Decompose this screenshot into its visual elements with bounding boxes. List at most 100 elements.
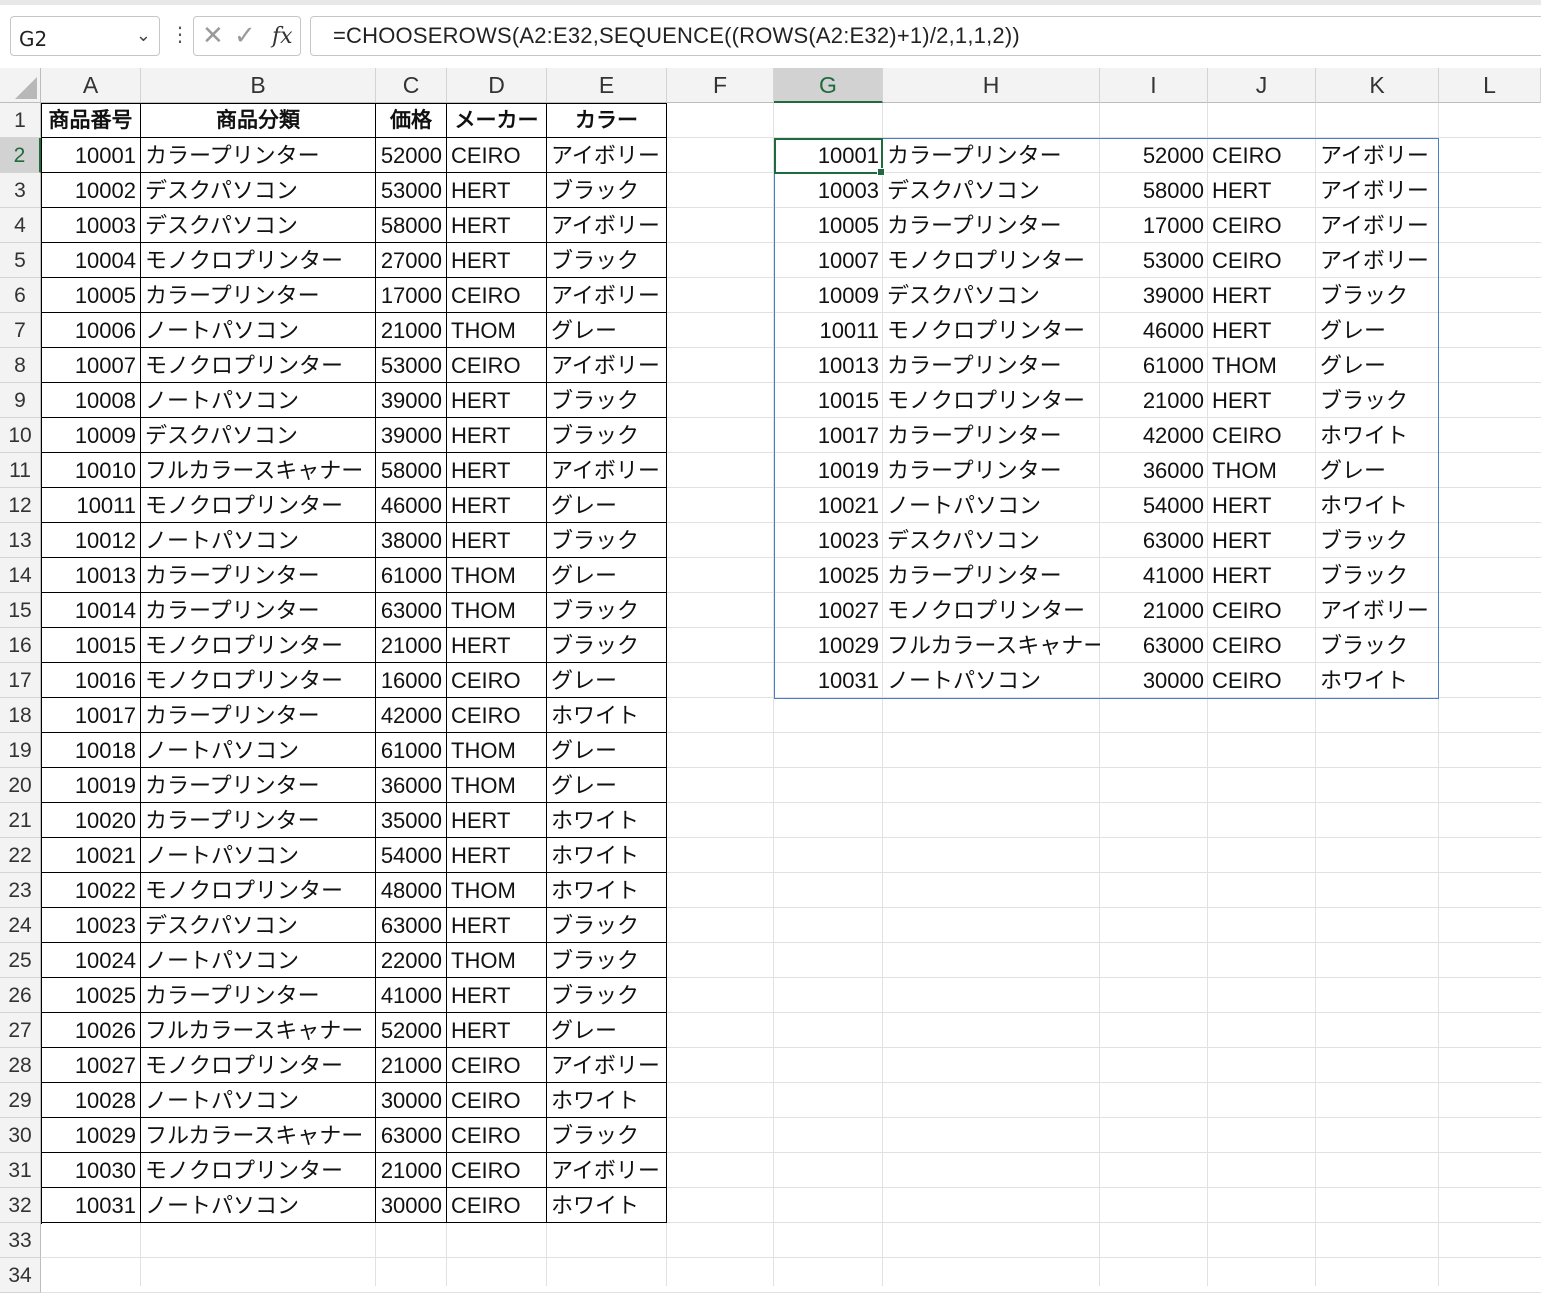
spill-result-cell[interactable]: モノクロプリンター bbox=[883, 593, 1100, 628]
row-header-2[interactable]: 2 bbox=[0, 138, 41, 173]
source-table-cell[interactable]: グレー bbox=[547, 663, 667, 698]
spill-result-cell[interactable]: THOM bbox=[1208, 453, 1316, 488]
row-header-21[interactable]: 21 bbox=[0, 803, 41, 838]
source-table-cell[interactable]: デスクパソコン bbox=[141, 173, 376, 208]
spill-result-cell[interactable]: HERT bbox=[1208, 173, 1316, 208]
source-table-cell[interactable]: カラープリンター bbox=[141, 978, 376, 1013]
source-table-cell[interactable]: 39000 bbox=[376, 383, 447, 418]
source-table-cell[interactable]: 61000 bbox=[376, 558, 447, 593]
spill-result-cell[interactable]: アイボリー bbox=[1316, 208, 1439, 243]
source-table-cell[interactable]: グレー bbox=[547, 733, 667, 768]
spill-result-cell[interactable]: ノートパソコン bbox=[883, 488, 1100, 523]
source-table-cell[interactable]: 39000 bbox=[376, 418, 447, 453]
source-table-cell[interactable]: 21000 bbox=[376, 1048, 447, 1083]
source-table-cell[interactable]: 16000 bbox=[376, 663, 447, 698]
spill-result-cell[interactable]: 21000 bbox=[1100, 593, 1208, 628]
spill-result-cell[interactable]: 30000 bbox=[1100, 663, 1208, 698]
source-table-cell[interactable]: 22000 bbox=[376, 943, 447, 978]
source-table-cell[interactable]: 41000 bbox=[376, 978, 447, 1013]
source-table-cell[interactable]: フルカラースキャナー bbox=[141, 453, 376, 488]
spill-result-cell[interactable]: 10021 bbox=[774, 488, 883, 523]
row-header-18[interactable]: 18 bbox=[0, 698, 41, 733]
spill-result-cell[interactable]: グレー bbox=[1316, 313, 1439, 348]
spill-result-cell[interactable]: 10001 bbox=[774, 138, 883, 173]
source-table-cell[interactable]: 10008 bbox=[41, 383, 141, 418]
source-table-cell[interactable]: HERT bbox=[447, 383, 547, 418]
spill-result-cell[interactable]: 39000 bbox=[1100, 278, 1208, 313]
source-table-cell[interactable]: 58000 bbox=[376, 208, 447, 243]
name-box[interactable]: G2 ⌄ bbox=[10, 16, 160, 56]
source-table-cell[interactable]: 10012 bbox=[41, 523, 141, 558]
source-table-cell[interactable]: 63000 bbox=[376, 908, 447, 943]
row-header-6[interactable]: 6 bbox=[0, 278, 41, 313]
source-table-cell[interactable]: 10007 bbox=[41, 348, 141, 383]
source-table-cell[interactable]: 10003 bbox=[41, 208, 141, 243]
source-table-cell[interactable]: 54000 bbox=[376, 838, 447, 873]
source-table-cell[interactable]: モノクロプリンター bbox=[141, 873, 376, 908]
function-icon[interactable]: fx bbox=[272, 24, 293, 49]
row-header-26[interactable]: 26 bbox=[0, 978, 41, 1013]
spill-result-cell[interactable]: 52000 bbox=[1100, 138, 1208, 173]
source-table-cell[interactable]: HERT bbox=[447, 418, 547, 453]
row-header-32[interactable]: 32 bbox=[0, 1188, 41, 1223]
source-table-cell[interactable]: CEIRO bbox=[447, 698, 547, 733]
spill-result-cell[interactable]: 41000 bbox=[1100, 558, 1208, 593]
source-table-cell[interactable]: 10028 bbox=[41, 1083, 141, 1118]
source-table-cell[interactable]: モノクロプリンター bbox=[141, 1153, 376, 1188]
spill-result-cell[interactable]: HERT bbox=[1208, 523, 1316, 558]
source-table-cell[interactable]: カラープリンター bbox=[141, 768, 376, 803]
spill-result-cell[interactable]: カラープリンター bbox=[883, 208, 1100, 243]
source-table-cell[interactable]: モノクロプリンター bbox=[141, 243, 376, 278]
source-table-cell[interactable]: アイボリー bbox=[547, 348, 667, 383]
more-options-icon[interactable]: ⋮ bbox=[170, 22, 190, 46]
source-table-cell[interactable]: ブラック bbox=[547, 628, 667, 663]
source-table-cell[interactable]: 27000 bbox=[376, 243, 447, 278]
row-header-19[interactable]: 19 bbox=[0, 733, 41, 768]
row-header-12[interactable]: 12 bbox=[0, 488, 41, 523]
column-header-h[interactable]: H bbox=[883, 68, 1100, 103]
source-table-cell[interactable]: アイボリー bbox=[547, 208, 667, 243]
row-header-25[interactable]: 25 bbox=[0, 943, 41, 978]
row-header-30[interactable]: 30 bbox=[0, 1118, 41, 1153]
source-table-cell[interactable]: CEIRO bbox=[447, 138, 547, 173]
spill-result-cell[interactable]: アイボリー bbox=[1316, 593, 1439, 628]
source-table-cell[interactable]: THOM bbox=[447, 593, 547, 628]
spill-result-cell[interactable]: 10031 bbox=[774, 663, 883, 698]
row-header-27[interactable]: 27 bbox=[0, 1013, 41, 1048]
spill-result-cell[interactable]: モノクロプリンター bbox=[883, 313, 1100, 348]
source-table-cell[interactable]: 52000 bbox=[376, 138, 447, 173]
source-table-cell[interactable]: CEIRO bbox=[447, 1083, 547, 1118]
source-table-cell[interactable]: 10021 bbox=[41, 838, 141, 873]
row-header-11[interactable]: 11 bbox=[0, 453, 41, 488]
source-table-cell[interactable]: 10013 bbox=[41, 558, 141, 593]
source-table-cell[interactable]: グレー bbox=[547, 558, 667, 593]
row-header-33[interactable]: 33 bbox=[0, 1223, 41, 1258]
source-table-cell[interactable]: HERT bbox=[447, 838, 547, 873]
source-table-cell[interactable]: デスクパソコン bbox=[141, 908, 376, 943]
source-table-cell[interactable]: HERT bbox=[447, 908, 547, 943]
source-table-cell[interactable]: ホワイト bbox=[547, 803, 667, 838]
spill-result-cell[interactable]: 54000 bbox=[1100, 488, 1208, 523]
row-header-14[interactable]: 14 bbox=[0, 558, 41, 593]
source-table-cell[interactable]: THOM bbox=[447, 873, 547, 908]
spill-result-cell[interactable]: 10015 bbox=[774, 383, 883, 418]
spill-result-cell[interactable]: アイボリー bbox=[1316, 243, 1439, 278]
source-table-cell[interactable]: ブラック bbox=[547, 908, 667, 943]
row-header-8[interactable]: 8 bbox=[0, 348, 41, 383]
spill-result-cell[interactable]: CEIRO bbox=[1208, 663, 1316, 698]
row-header-16[interactable]: 16 bbox=[0, 628, 41, 663]
spill-result-cell[interactable]: CEIRO bbox=[1208, 418, 1316, 453]
source-table-cell[interactable]: 53000 bbox=[376, 348, 447, 383]
spill-result-cell[interactable]: 10027 bbox=[774, 593, 883, 628]
source-table-cell[interactable]: 63000 bbox=[376, 593, 447, 628]
source-table-cell[interactable]: CEIRO bbox=[447, 1048, 547, 1083]
spill-result-cell[interactable]: CEIRO bbox=[1208, 208, 1316, 243]
row-header-24[interactable]: 24 bbox=[0, 908, 41, 943]
row-header-34[interactable]: 34 bbox=[0, 1258, 41, 1293]
source-table-cell[interactable]: THOM bbox=[447, 313, 547, 348]
source-table-cell[interactable]: HERT bbox=[447, 453, 547, 488]
spill-result-cell[interactable]: 10017 bbox=[774, 418, 883, 453]
spill-result-cell[interactable]: 10007 bbox=[774, 243, 883, 278]
row-header-22[interactable]: 22 bbox=[0, 838, 41, 873]
source-table-cell[interactable]: CEIRO bbox=[447, 1153, 547, 1188]
